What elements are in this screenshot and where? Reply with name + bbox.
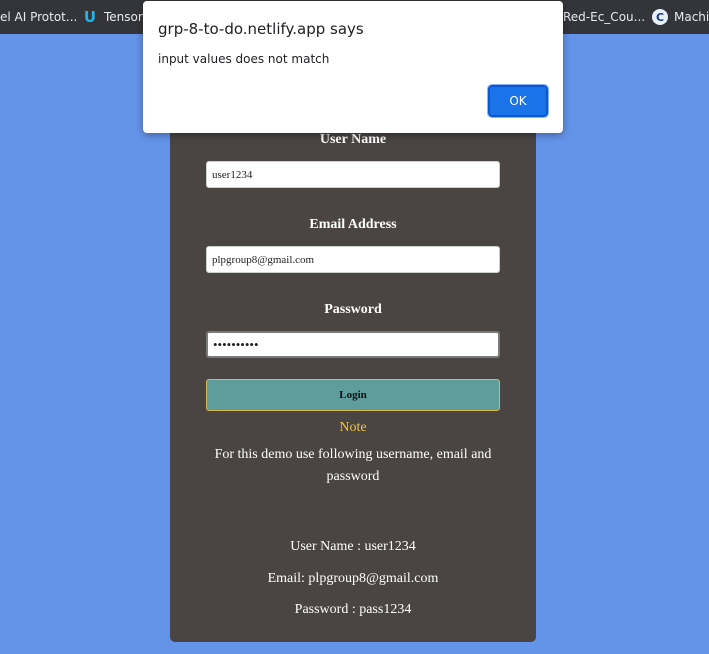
dialog-title: grp-8-to-do.netlify.app says [158, 20, 364, 38]
bookmark-label: Red-Ec_Cou... [563, 10, 646, 24]
bookmark-machine-learning[interactable]: C Machi [652, 0, 709, 34]
note-description: For this demo use following username, em… [214, 447, 492, 484]
demo-password: Password : pass1234 [294, 602, 412, 617]
note-title: Note [339, 420, 367, 435]
password-input[interactable] [206, 331, 500, 358]
ok-button[interactable]: OK [487, 84, 549, 118]
username-input[interactable] [206, 161, 500, 188]
demo-email: Email: plpgroup8@gmail.com [267, 571, 439, 586]
username-label: User Name [319, 132, 387, 147]
bookmark-label: Machi [674, 10, 709, 24]
bookmark-ai-prototype[interactable]: el AI Protot... [0, 0, 77, 34]
bookmark-label: el AI Protot... [0, 10, 78, 24]
email-input[interactable] [206, 246, 500, 273]
demo-username: User Name : user1234 [290, 539, 416, 554]
coursera-icon: C [652, 9, 668, 25]
dialog-message: input values does not match [158, 52, 330, 66]
login-button[interactable]: Login [206, 379, 500, 411]
bookmark-red-ec[interactable]: Red-Ec_Cou... [563, 0, 645, 34]
alert-dialog: grp-8-to-do.netlify.app says input value… [143, 1, 563, 133]
email-label: Email Address [309, 217, 397, 232]
bookmark-tensor[interactable]: U Tensor [82, 0, 143, 34]
password-label: Password [324, 302, 382, 317]
udacity-icon: U [83, 8, 97, 26]
bookmark-label: Tensor [104, 10, 143, 24]
